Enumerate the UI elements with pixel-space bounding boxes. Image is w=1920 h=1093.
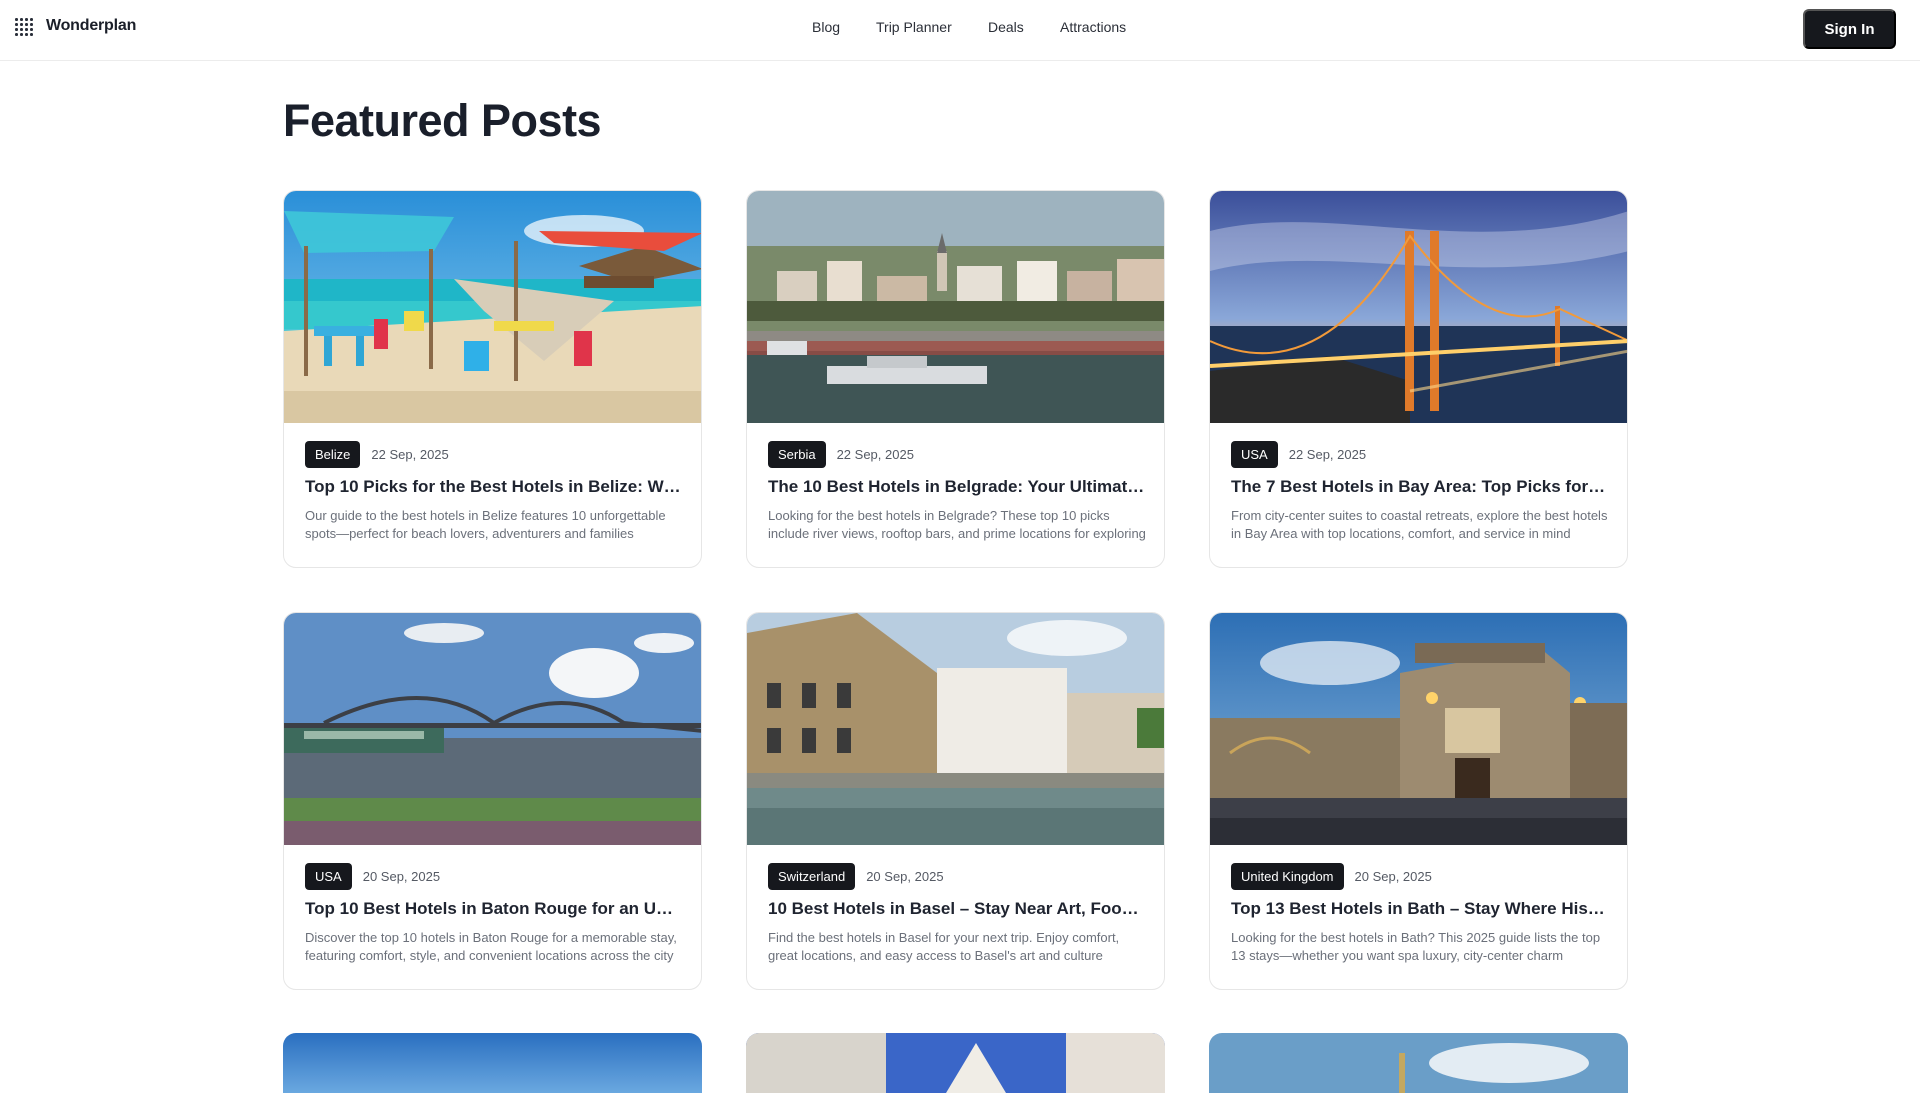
post-card[interactable]: USA 22 Sep, 2025 The 7 Best Hotels in Ba… — [1209, 190, 1628, 568]
post-card[interactable]: United Kingdom 20 Sep, 2025 Top 13 Best … — [1209, 612, 1628, 990]
post-title[interactable]: Top 10 Picks for the Best Hotels in Beli… — [305, 477, 683, 497]
top-navbar: Wonderplan Blog Trip Planner Deals Attra… — [0, 0, 1920, 61]
post-image-basel-riverside — [747, 613, 1164, 845]
country-badge[interactable]: Switzerland — [768, 863, 856, 890]
country-badge[interactable]: Serbia — [768, 441, 826, 468]
post-card-partial[interactable] — [1209, 1033, 1628, 1093]
post-image-bath-roman-baths — [1210, 613, 1627, 845]
post-image-golden-gate-bridge — [1210, 191, 1627, 423]
sign-in-button[interactable]: Sign In — [1803, 9, 1896, 49]
post-excerpt: Discover the top 10 hotels in Baton Roug… — [305, 930, 677, 963]
post-card[interactable]: USA 20 Sep, 2025 Top 10 Best Hotels in B… — [283, 612, 702, 990]
country-badge[interactable]: United Kingdom — [1231, 863, 1344, 890]
nav-link-attractions[interactable]: Attractions — [1060, 19, 1126, 35]
post-title[interactable]: Top 13 Best Hotels in Bath – Stay Where … — [1231, 899, 1609, 919]
post-card[interactable]: Switzerland 20 Sep, 2025 10 Best Hotels … — [746, 612, 1165, 990]
nav-link-blog[interactable]: Blog — [812, 19, 840, 35]
nav-link-trip-planner[interactable]: Trip Planner — [876, 19, 952, 35]
post-card-partial[interactable] — [283, 1033, 702, 1093]
country-badge[interactable]: USA — [305, 863, 352, 890]
post-card[interactable]: Belize 22 Sep, 2025 Top 10 Picks for the… — [283, 190, 702, 568]
country-badge[interactable]: Belize — [305, 441, 361, 468]
post-image-belize-beach — [284, 191, 701, 423]
nav-link-deals[interactable]: Deals — [988, 19, 1024, 35]
post-date: 20 Sep, 2025 — [362, 869, 441, 884]
post-title[interactable]: The 10 Best Hotels in Belgrade: Your Ult… — [768, 477, 1146, 497]
post-excerpt: Looking for the best hotels in Belgrade?… — [768, 508, 1146, 541]
post-date: 22 Sep, 2025 — [371, 447, 449, 462]
post-excerpt: Our guide to the best hotels in Belize f… — [305, 508, 666, 541]
post-title[interactable]: The 7 Best Hotels in Bay Area: Top Picks… — [1231, 477, 1609, 497]
post-excerpt: Find the best hotels in Basel for your n… — [768, 930, 1120, 963]
post-excerpt: Looking for the best hotels in Bath? Thi… — [1231, 930, 1601, 963]
post-title[interactable]: 10 Best Hotels in Basel – Stay Near Art,… — [768, 899, 1146, 919]
post-date: 20 Sep, 2025 — [1354, 869, 1432, 884]
post-title[interactable]: Top 10 Best Hotels in Baton Rouge for an… — [305, 899, 683, 919]
country-badge[interactable]: USA — [1231, 441, 1278, 468]
post-card[interactable]: Serbia 22 Sep, 2025 The 10 Best Hotels i… — [746, 190, 1165, 568]
page-title: Featured Posts — [283, 95, 602, 146]
main-nav: Blog Trip Planner Deals Attractions — [0, 19, 1920, 41]
post-date: 20 Sep, 2025 — [866, 869, 944, 884]
post-date: 22 Sep, 2025 — [836, 447, 914, 462]
post-date: 22 Sep, 2025 — [1288, 447, 1367, 462]
post-image-baton-rouge-bridge — [284, 613, 701, 845]
post-image-belgrade — [747, 191, 1164, 423]
post-excerpt: From city-center suites to coastal retre… — [1231, 508, 1608, 541]
post-card-partial[interactable] — [746, 1033, 1165, 1093]
